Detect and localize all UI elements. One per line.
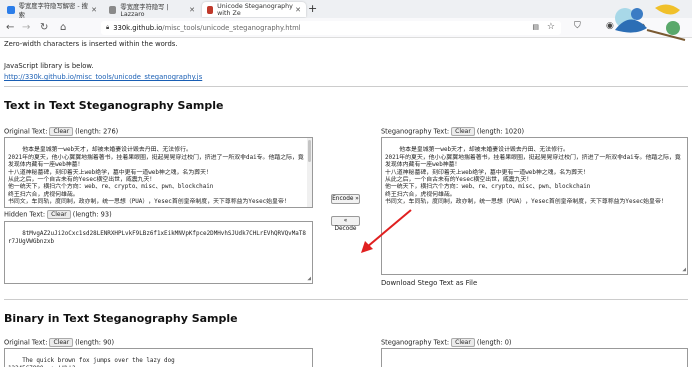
stego-text-caption: Steganography Text: [381,127,450,136]
decode-button[interactable]: « Decode [331,216,360,232]
tab-unicode-steganography[interactable]: Unicode Steganography with Ze ✕ [202,2,306,17]
original-text-value: 他本是皇城第一web天才，却被未婚妻设计毁去丹田、无法修行。 2021年的夏天，… [8,147,304,206]
binary-section-heading: Binary in Text Steganography Sample [4,312,238,325]
clear-hidden-button[interactable]: Clear [47,210,71,219]
hidden-text-length: (length: 93) [72,210,112,219]
resize-grip-icon[interactable]: ◢ [307,276,311,282]
binary-stego-input[interactable] [381,348,688,367]
binary-original-input[interactable]: The quick brown fox jumps over the lazy … [4,348,313,367]
original-text-length: (length: 276) [75,127,119,136]
binary-stego-label: Steganography Text: Clear (length: 0) [381,338,512,347]
tab-favicon-icon [7,5,15,14]
library-link[interactable]: http://330k.github.io/misc_tools/unicode… [4,73,202,81]
clear-binary-stego-button[interactable]: Clear [451,338,475,347]
divider [4,86,688,87]
reader-view-icon[interactable]: ▤ [532,23,539,31]
stego-text-value: 他本是皇城第一web天才，却被未婚妻设计毁去丹田、无法修行。 2021年的夏天，… [385,147,681,206]
stego-text-label: Steganography Text: Clear (length: 1020) [381,127,524,136]
close-icon[interactable]: ✕ [189,6,195,14]
reload-icon[interactable]: ↻ [40,22,48,33]
lock-icon: 🔒︎ [106,24,110,31]
resize-grip-icon[interactable]: ◢ [682,267,686,273]
stego-text-length: (length: 1020) [476,127,525,136]
original-text-input[interactable]: 他本是皇城第一web天才，却被未婚妻设计毁去丹田、无法修行。 2021年的夏天，… [4,137,313,208]
tab-lazzaro[interactable]: 零宽度字符隐写 | Lazzaro ✕ [104,2,200,18]
stego-text-input[interactable]: 他本是皇城第一web天才，却被未婚妻设计毁去丹田、无法修行。 2021年的夏天，… [381,137,688,275]
binary-stego-length: (length: 0) [476,338,512,347]
tab-search[interactable]: 零宽度字符隐写解密 - 搜索 ✕ [2,2,102,19]
address-bar[interactable]: 🔒︎ 330k.github.io/misc_tools/unicode_ste… [101,21,561,35]
bookmark-star-icon[interactable]: ☆ [547,22,555,32]
url-path: /misc_tools/unicode_steganography.html [162,24,301,32]
tab-title: 零宽度字符隐写 | Lazzaro [120,3,169,18]
binary-original-value: The quick brown fox jumps over the lazy … [8,358,175,367]
scrollbar[interactable] [307,138,312,207]
new-tab-button[interactable]: + [308,2,317,15]
forward-arrow-icon[interactable]: → [22,22,30,33]
close-icon[interactable]: ✕ [295,6,301,14]
encode-button[interactable]: Encode » [331,194,360,204]
hidden-text-label: Hidden Text: Clear (length: 93) [4,210,112,219]
original-text-label: Original Text: Clear (length: 276) [4,127,118,136]
intro-line-1: Zero-width characters is inserted within… [4,40,178,48]
home-icon[interactable]: ⌂ [60,22,66,33]
back-arrow-icon[interactable]: ← [6,22,14,33]
binary-original-length: (length: 90) [75,338,115,347]
binary-original-label: Original Text: Clear (length: 90) [4,338,114,347]
shield-icon[interactable]: ⛉ [574,21,581,31]
clear-binary-original-button[interactable]: Clear [49,338,74,347]
download-stego-link[interactable]: Download Stego Text as File [381,279,477,287]
hidden-text-input[interactable]: 8tMvgAZ2uJi2oCxc1sd28LENRXHPLvkF9LBz6f1x… [4,221,313,284]
tab-title: 零宽度字符隐写解密 - 搜索 [18,2,88,19]
original-text-caption: Original Text: [4,127,48,136]
intro-line-2: JavaScript library is below. [4,62,94,70]
tab-title: Unicode Steganography with Ze [217,2,293,17]
clear-original-button[interactable]: Clear [49,127,74,136]
annotation-arrow [361,209,412,253]
hidden-text-value: 8tMvgAZ2uJi2oCxc1sd28LENRXHPLvkF9LBz6f1x… [8,231,306,245]
divider [4,299,688,300]
clear-stego-button[interactable]: Clear [451,127,475,136]
binary-stego-caption: Steganography Text: [381,338,450,347]
page-content: Zero-width characters is inserted within… [0,38,692,367]
binary-original-caption: Original Text: [4,338,48,347]
text-section-heading: Text in Text Steganography Sample [4,99,224,112]
close-icon[interactable]: ✕ [91,6,97,14]
hidden-text-caption: Hidden Text: [4,210,46,219]
url-host: 330k.github.io [113,24,163,32]
tab-favicon-icon [109,5,117,14]
tab-favicon-icon [207,5,214,14]
